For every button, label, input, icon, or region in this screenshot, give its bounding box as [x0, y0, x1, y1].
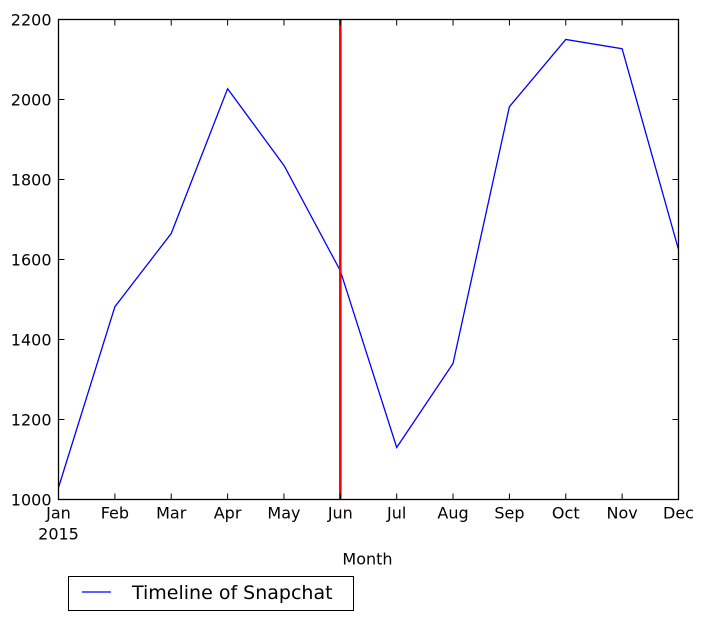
x-tick-label: Jun — [327, 504, 353, 523]
y-tick-label: 2200 — [11, 11, 52, 30]
x-tick-label: Dec — [663, 504, 694, 523]
x-axis-year-label: 2015 — [38, 525, 79, 544]
y-tick-label: 1600 — [11, 251, 52, 270]
x-tick-label: Jan — [45, 504, 71, 523]
x-tick-label: Mar — [156, 504, 187, 523]
x-tick-label: Sep — [494, 504, 524, 523]
x-tick-label: Aug — [437, 504, 468, 523]
y-tick-label: 1200 — [11, 411, 52, 430]
x-tick-label: Apr — [214, 504, 242, 523]
legend-label: Timeline of Snapchat — [131, 582, 333, 604]
y-tick-label: 1800 — [11, 171, 52, 190]
x-tick-label: Jul — [386, 504, 406, 523]
y-axis: 1000120014001600180020002200 — [11, 11, 679, 510]
line-chart: 1000120014001600180020002200 Jan Feb Mar Ap… — [11, 11, 694, 611]
plot-area — [57, 18, 680, 501]
x-tick-label: Nov — [607, 504, 638, 523]
y-tick-label: 2000 — [11, 91, 52, 110]
x-axis-title: Month — [342, 550, 392, 569]
y-tick-label: 1400 — [11, 331, 52, 350]
x-tick-label: May — [267, 504, 300, 523]
x-tick-label: Oct — [552, 504, 580, 523]
series-line-0 — [57, 38, 680, 488]
x-tick-label: Feb — [101, 504, 129, 523]
legend: Timeline of Snapchat — [68, 576, 354, 611]
